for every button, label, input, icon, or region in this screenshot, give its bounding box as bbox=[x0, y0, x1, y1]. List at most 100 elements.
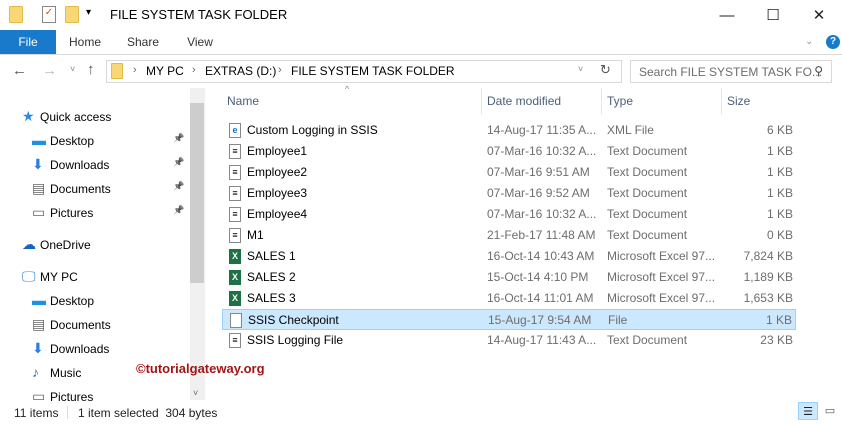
nav-item-pictures[interactable]: ▭ Pictures bbox=[32, 201, 93, 223]
music-icon: ♪ bbox=[32, 364, 39, 380]
file-date: 15-Oct-14 4:10 PM bbox=[487, 270, 589, 284]
file-row[interactable]: e Custom Logging in SSIS 14-Aug-17 11:35… bbox=[222, 120, 796, 141]
file-name: Custom Logging in SSIS bbox=[247, 123, 378, 137]
file-size: 1 KB bbox=[766, 165, 793, 179]
file-type: File bbox=[608, 313, 628, 327]
column-header-size[interactable]: Size bbox=[727, 88, 750, 114]
file-size: 1 KB bbox=[765, 313, 792, 327]
title-bar: ✓ ▾ FILE SYSTEM TASK FOLDER — ☐ ✕ bbox=[0, 0, 842, 30]
folder-icon bbox=[111, 63, 123, 79]
column-header-date[interactable]: Date modified bbox=[487, 88, 561, 114]
nav-item-documents[interactable]: ▤ Documents bbox=[32, 313, 111, 335]
pin-icon[interactable]: 📌 bbox=[173, 181, 184, 192]
nav-scrollbar-thumb[interactable] bbox=[190, 103, 204, 283]
file-name: SALES 2 bbox=[247, 270, 296, 284]
chevron-right-icon: › bbox=[278, 64, 282, 76]
excel-file-icon: X bbox=[229, 270, 241, 285]
close-button[interactable]: ✕ bbox=[796, 0, 842, 30]
file-icon bbox=[230, 313, 242, 328]
file-name: M1 bbox=[247, 228, 264, 242]
file-row[interactable]: ≡ M1 21-Feb-17 11:48 AM Text Document 0 … bbox=[222, 225, 796, 246]
breadcrumb-extras[interactable]: EXTRAS (D:) bbox=[205, 64, 276, 78]
column-divider bbox=[601, 88, 602, 114]
pin-icon[interactable]: 📌 bbox=[173, 133, 184, 144]
breadcrumb-folder[interactable]: FILE SYSTEM TASK FOLDER bbox=[291, 64, 455, 78]
pin-icon[interactable]: 📌 bbox=[173, 157, 184, 168]
text-file-icon: ≡ bbox=[229, 165, 241, 180]
customize-toolbar-icon[interactable]: ▾ bbox=[86, 7, 91, 18]
file-row[interactable]: ≡ Employee4 07-Mar-16 10:32 A... Text Do… bbox=[222, 204, 796, 225]
nav-item-my-pc[interactable]: 🖵 MY PC bbox=[22, 265, 78, 287]
file-type: Microsoft Excel 97... bbox=[607, 291, 716, 305]
file-date: 16-Oct-14 11:01 AM bbox=[487, 291, 594, 305]
nav-item-label: Pictures bbox=[50, 206, 94, 220]
file-name: Employee1 bbox=[247, 144, 308, 158]
tab-share[interactable]: Share bbox=[118, 30, 168, 54]
text-file-icon: ≡ bbox=[229, 144, 241, 159]
folder-icon bbox=[9, 6, 23, 23]
properties-icon[interactable]: ✓ bbox=[42, 6, 56, 23]
file-size: 1 KB bbox=[766, 207, 793, 221]
nav-item-music[interactable]: ♪ Music bbox=[32, 361, 81, 383]
tab-file[interactable]: File bbox=[0, 30, 56, 54]
file-type: Text Document bbox=[607, 333, 688, 347]
divider bbox=[67, 406, 68, 419]
expand-ribbon-icon[interactable]: ⌄ bbox=[805, 36, 813, 47]
tab-view[interactable]: View bbox=[175, 30, 225, 54]
maximize-button[interactable]: ☐ bbox=[750, 0, 796, 30]
documents-icon: ▤ bbox=[32, 180, 46, 196]
file-row[interactable]: ≡ Employee3 07-Mar-16 9:52 AM Text Docum… bbox=[222, 183, 796, 204]
file-row[interactable]: ≡ Employee1 07-Mar-16 10:32 A... Text Do… bbox=[222, 141, 796, 162]
cloud-icon: ☁ bbox=[22, 236, 36, 252]
column-header-name[interactable]: Name bbox=[227, 88, 259, 114]
sort-ascending-icon: ^ bbox=[345, 84, 350, 94]
nav-item-label: OneDrive bbox=[40, 238, 91, 252]
up-icon[interactable]: ↑ bbox=[87, 61, 95, 78]
recent-locations-icon[interactable]: ˅ bbox=[70, 64, 75, 74]
file-row[interactable]: X SALES 1 16-Oct-14 10:43 AM Microsoft E… bbox=[222, 246, 796, 267]
file-size: 1 KB bbox=[766, 144, 793, 158]
file-size: 23 KB bbox=[760, 333, 793, 347]
nav-item-downloads[interactable]: ⬇ Downloads bbox=[32, 337, 109, 359]
pin-icon[interactable]: 📌 bbox=[173, 205, 184, 216]
nav-item-desktop[interactable]: ▬ Desktop bbox=[32, 129, 94, 151]
nav-item-desktop[interactable]: ▬ Desktop bbox=[32, 289, 94, 311]
help-icon[interactable]: ? bbox=[826, 35, 840, 49]
nav-item-quick-access[interactable]: ★ Quick access bbox=[22, 105, 111, 127]
selection-info: 1 item selected 304 bytes bbox=[78, 406, 218, 420]
item-count: 11 items bbox=[14, 406, 59, 420]
details-view-button[interactable]: ☰ bbox=[798, 402, 818, 420]
nav-item-label: Downloads bbox=[50, 342, 110, 356]
file-type: XML File bbox=[607, 123, 654, 137]
breadcrumb-my-pc[interactable]: MY PC bbox=[146, 64, 184, 78]
file-name: SALES 3 bbox=[247, 291, 296, 305]
file-size: 1,189 KB bbox=[743, 270, 793, 284]
file-type: Microsoft Excel 97... bbox=[607, 270, 716, 284]
status-bar: 11 items 1 item selected 304 bytes ☰ ▭ bbox=[0, 402, 842, 424]
file-row[interactable]: X SALES 2 15-Oct-14 4:10 PM Microsoft Ex… bbox=[222, 267, 796, 288]
nav-item-onedrive[interactable]: ☁ OneDrive bbox=[22, 233, 91, 255]
file-type: Text Document bbox=[607, 207, 688, 221]
column-header-type[interactable]: Type bbox=[607, 88, 633, 114]
nav-item-downloads[interactable]: ⬇ Downloads bbox=[32, 153, 109, 175]
minimize-button[interactable]: — bbox=[704, 0, 750, 30]
file-size: 6 KB bbox=[766, 123, 793, 137]
refresh-icon[interactable]: ↻ bbox=[600, 62, 611, 78]
file-row[interactable]: ≡ Employee2 07-Mar-16 9:51 AM Text Docum… bbox=[222, 162, 796, 183]
computer-icon: 🖵 bbox=[22, 268, 36, 284]
tab-home[interactable]: Home bbox=[60, 30, 110, 54]
file-size: 1 KB bbox=[766, 186, 793, 200]
file-row[interactable]: ≡ SSIS Logging File 14-Aug-17 11:43 A...… bbox=[222, 330, 796, 351]
forward-icon[interactable]: → bbox=[42, 62, 57, 79]
file-row[interactable]: SSIS Checkpoint 15-Aug-17 9:54 AM File 1… bbox=[222, 309, 796, 330]
nav-item-documents[interactable]: ▤ Documents bbox=[32, 177, 111, 199]
new-folder-icon[interactable] bbox=[65, 6, 79, 23]
scroll-down-icon[interactable]: ˅ bbox=[193, 388, 198, 398]
large-icons-view-button[interactable]: ▭ bbox=[821, 402, 839, 420]
address-dropdown-icon[interactable]: ˅ bbox=[578, 64, 583, 74]
file-name: SALES 1 bbox=[247, 249, 296, 263]
file-date: 16-Oct-14 10:43 AM bbox=[487, 249, 595, 263]
search-input[interactable]: Search FILE SYSTEM TASK FO... ⚲ bbox=[630, 60, 832, 83]
back-icon[interactable]: ← bbox=[12, 62, 27, 79]
file-row[interactable]: X SALES 3 16-Oct-14 11:01 AM Microsoft E… bbox=[222, 288, 796, 309]
